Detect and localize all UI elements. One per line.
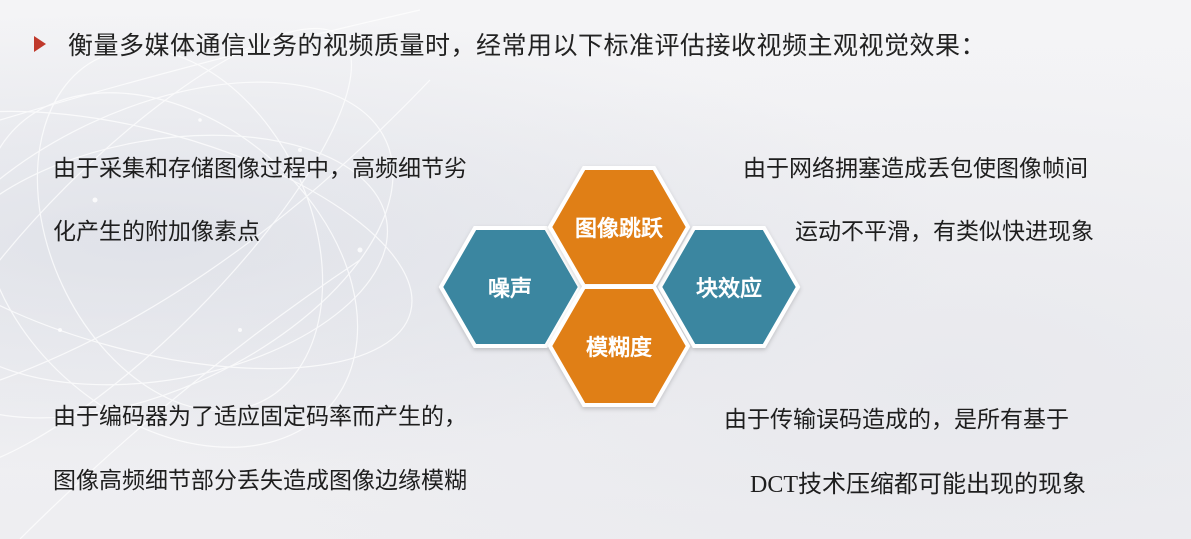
hexagon-cluster: 噪声 块效应 图像跳跃 模糊度	[438, 166, 801, 407]
hex-block-effect: 块效应	[657, 226, 801, 348]
hex-image-jump-label: 图像跳跃	[575, 216, 664, 242]
slide: 衡量多媒体通信业务的视频质量时，经常用以下标准评估接收视频主观视觉效果： 由于采…	[0, 0, 1191, 539]
hex-block-effect-label: 块效应	[696, 276, 762, 302]
hex-noise-label: 噪声	[488, 277, 532, 302]
hex-blur-label: 模糊度	[586, 335, 653, 361]
